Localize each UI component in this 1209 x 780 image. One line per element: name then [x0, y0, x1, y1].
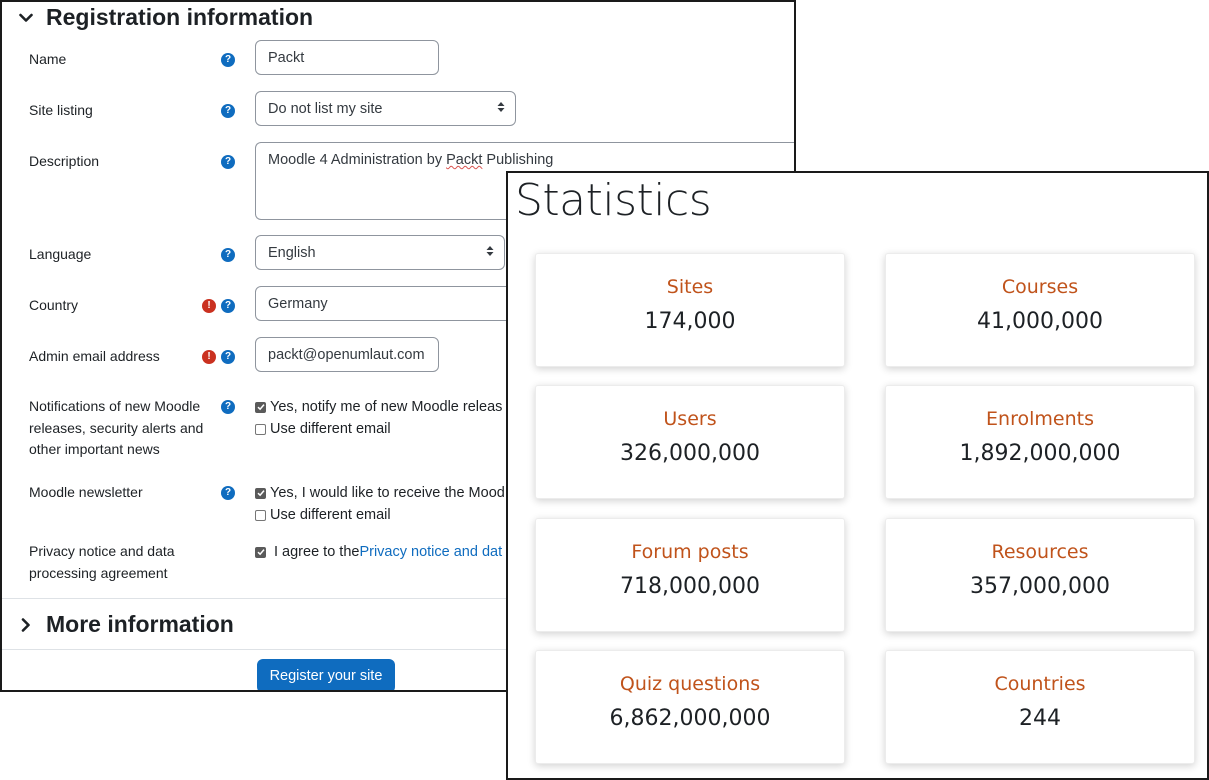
privacy-agree-prefix: I agree to the — [274, 544, 360, 560]
notify-checkbox-line[interactable]: Yes, notify me of new Moodle releas — [255, 399, 502, 415]
help-icon[interactable]: ? — [221, 350, 235, 364]
notify-checkbox-label: Yes, notify me of new Moodle releas — [270, 399, 503, 415]
newsletter-checkbox-label: Yes, I would like to receive the Mood — [270, 485, 505, 501]
stat-card-resources: Resources 357,000,000 — [885, 518, 1195, 632]
description-text-prefix: Moodle 4 Administration by — [268, 152, 447, 168]
stat-value: 41,000,000 — [977, 309, 1103, 334]
stat-card-users: Users 326,000,000 — [535, 385, 845, 499]
more-information-title: More information — [46, 611, 234, 637]
notifications-label: Notifications of new Moodle releases, se… — [29, 398, 204, 457]
admin-email-label: Admin email address — [29, 348, 160, 364]
stat-label: Users — [663, 408, 717, 430]
site-listing-label: Site listing — [29, 102, 93, 118]
stat-label: Resources — [991, 541, 1089, 563]
language-select[interactable]: English — [255, 235, 505, 270]
country-icons: ! ? — [195, 299, 235, 315]
stat-label: Forum posts — [631, 541, 749, 563]
stat-label: Sites — [666, 276, 714, 298]
description-label: Description — [29, 153, 100, 169]
description-text-suffix: Publishing — [482, 152, 554, 168]
registration-section-header[interactable]: Registration information — [16, 4, 313, 31]
register-site-button[interactable]: Register your site — [257, 659, 395, 690]
description-text-misspelled: Packt — [446, 152, 483, 168]
stat-card-courses: Courses 41,000,000 — [885, 253, 1195, 367]
language-label: Language — [29, 246, 92, 262]
country-label: Country — [29, 297, 79, 313]
description-icons: ? — [195, 155, 235, 171]
name-label: Name — [29, 51, 67, 67]
stat-value: 357,000,000 — [970, 574, 1110, 599]
newsletter-different-email-line[interactable]: Use different email — [255, 507, 391, 523]
notify-different-email-label: Use different email — [270, 421, 391, 437]
stat-value: 244 — [1019, 706, 1061, 731]
help-icon[interactable]: ? — [221, 155, 235, 169]
help-icon[interactable]: ? — [221, 248, 235, 262]
admin-email-input[interactable]: packt@openumlaut.com — [255, 337, 439, 372]
country-select-value: Germany — [268, 295, 328, 312]
required-icon: ! — [202, 350, 216, 364]
stat-label: Courses — [1001, 276, 1079, 298]
newsletter-checkbox[interactable] — [255, 487, 266, 499]
notify-checkbox[interactable] — [255, 401, 266, 413]
help-icon[interactable]: ? — [221, 53, 235, 67]
name-input-value: Packt — [268, 49, 305, 66]
select-arrows-icon — [486, 245, 494, 261]
notify-different-email-line[interactable]: Use different email — [255, 421, 391, 437]
chevron-right-icon[interactable] — [16, 615, 36, 635]
stat-card-quiz-questions: Quiz questions 6,862,000,000 — [535, 650, 845, 764]
stat-value: 326,000,000 — [620, 441, 760, 466]
help-icon[interactable]: ? — [221, 299, 235, 313]
stat-card-countries: Countries 244 — [885, 650, 1195, 764]
privacy-notice-link[interactable]: Privacy notice and dat — [359, 544, 502, 560]
stat-label: Enrolments — [986, 408, 1094, 430]
language-icons: ? — [195, 248, 235, 264]
select-arrows-icon — [497, 101, 505, 117]
help-icon[interactable]: ? — [221, 400, 235, 414]
stat-value: 718,000,000 — [620, 574, 760, 599]
stat-value: 174,000 — [644, 309, 736, 334]
stat-value: 1,892,000,000 — [959, 441, 1121, 466]
registration-section-title: Registration information — [46, 4, 314, 30]
newsletter-checkbox-line[interactable]: Yes, I would like to receive the Mood — [255, 485, 505, 501]
newsletter-label: Moodle newsletter — [29, 484, 143, 500]
stat-card-enrolments: Enrolments 1,892,000,000 — [885, 385, 1195, 499]
notify-different-email-checkbox[interactable] — [255, 423, 266, 435]
stat-card-sites: Sites 174,000 — [535, 253, 845, 367]
description-text: Moodle 4 Administration by Packt Publish… — [268, 152, 553, 168]
site-listing-select-value: Do not list my site — [268, 100, 383, 117]
required-icon: ! — [202, 299, 216, 313]
language-select-value: English — [268, 244, 316, 261]
newsletter-icons: ? — [195, 486, 235, 502]
name-input[interactable]: Packt — [255, 40, 439, 75]
statistics-title: Statistics — [515, 175, 712, 226]
privacy-checkbox-line[interactable]: I agree to the Privacy notice and dat — [255, 544, 502, 560]
help-icon[interactable]: ? — [221, 104, 235, 118]
stat-label: Countries — [994, 673, 1086, 695]
admin-email-icons: ! ? — [195, 350, 235, 366]
stat-value: 6,862,000,000 — [609, 706, 771, 731]
chevron-down-icon[interactable] — [16, 8, 36, 28]
name-icons: ? — [195, 53, 235, 69]
statistics-panel: Statistics Sites 174,000 Courses 41,000,… — [506, 171, 1209, 780]
stat-label: Quiz questions — [619, 673, 761, 695]
privacy-label: Privacy notice and data processing agree… — [29, 543, 175, 581]
notifications-icons: ? — [195, 400, 235, 416]
help-icon[interactable]: ? — [221, 486, 235, 500]
site-listing-select[interactable]: Do not list my site — [255, 91, 516, 126]
stat-card-forum-posts: Forum posts 718,000,000 — [535, 518, 845, 632]
newsletter-different-email-checkbox[interactable] — [255, 509, 266, 521]
newsletter-different-email-label: Use different email — [270, 507, 391, 523]
site-listing-icons: ? — [195, 104, 235, 120]
more-information-header[interactable]: More information — [16, 611, 234, 638]
admin-email-input-value: packt@openumlaut.com — [268, 346, 425, 363]
privacy-checkbox[interactable] — [255, 546, 266, 558]
